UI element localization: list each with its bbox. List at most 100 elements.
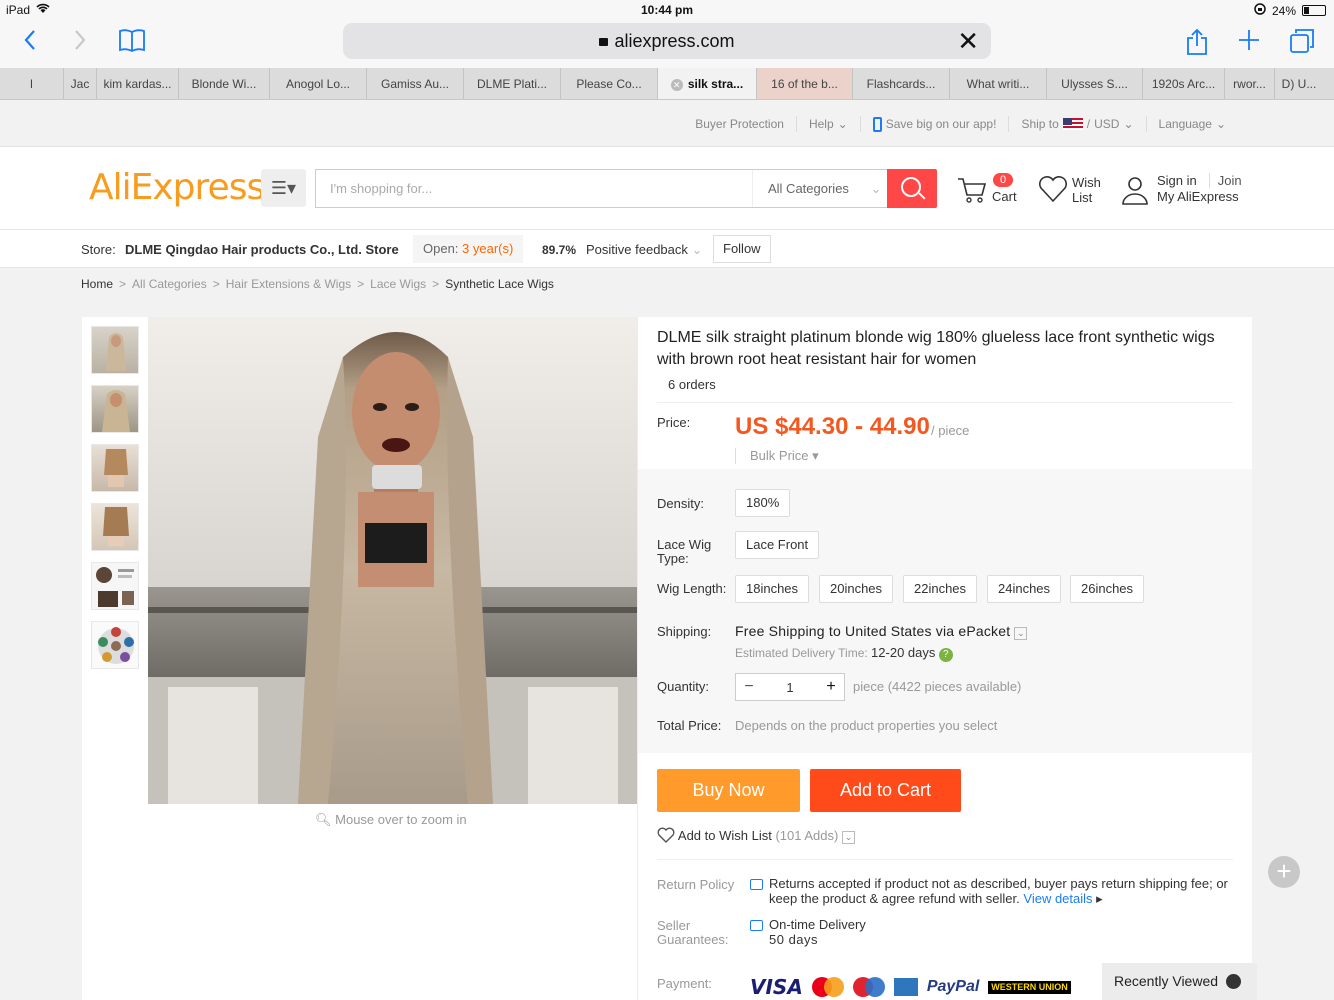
- breadcrumb-item[interactable]: Lace Wigs: [370, 277, 426, 291]
- category-menu-button[interactable]: ☰▾: [261, 169, 306, 207]
- browser-toolbar: aliexpress.com ✕: [0, 20, 1334, 68]
- product-thumbnail[interactable]: [91, 503, 139, 551]
- language-selector[interactable]: Language ⌄: [1145, 116, 1238, 132]
- density-label: Density:: [657, 496, 704, 511]
- density-option[interactable]: 180%: [735, 489, 791, 517]
- store-open-badge: Open: 3 year(s): [413, 235, 524, 263]
- ship-to-selector[interactable]: Ship to / USD ⌄: [1008, 116, 1145, 132]
- lace-type-option[interactable]: Lace Front: [735, 531, 820, 559]
- share-icon[interactable]: [1181, 28, 1213, 58]
- view-details-link[interactable]: View details: [1023, 891, 1092, 906]
- tab[interactable]: Blonde Wi...: [179, 68, 270, 99]
- quantity-label: Quantity:: [657, 679, 710, 694]
- product-thumbnail[interactable]: [91, 444, 139, 492]
- wig-length-option[interactable]: 24inches: [987, 575, 1062, 603]
- product-options: Density: 180% Lace Wig Type: Lace Front W…: [638, 469, 1252, 753]
- aliexpress-logo[interactable]: AliExpress: [89, 167, 265, 208]
- tab[interactable]: Anogol Lo...: [270, 68, 367, 99]
- tab[interactable]: kim kardas...: [97, 68, 179, 99]
- product-thumbnail[interactable]: [91, 562, 139, 610]
- tab[interactable]: DLME Plati...: [464, 68, 561, 99]
- delivery-estimate: Estimated Delivery Time: 12-20 days ?: [735, 645, 953, 662]
- wig-length-option[interactable]: 26inches: [1070, 575, 1145, 603]
- help-link[interactable]: Help ⌄: [795, 116, 860, 132]
- return-text: Returns accepted if product not as descr…: [769, 876, 1228, 906]
- wig-length-option[interactable]: 18inches: [735, 575, 810, 603]
- tab[interactable]: Gamiss Au...: [367, 68, 464, 99]
- back-icon[interactable]: [14, 28, 46, 58]
- on-time-days: 50 days: [769, 932, 819, 947]
- rotation-lock-icon: [1254, 3, 1266, 18]
- bulk-label: Bulk Price: [750, 448, 809, 463]
- site-topbar: Buyer Protection Help ⌄ Save big on our …: [0, 101, 1334, 147]
- tab[interactable]: Please Co...: [561, 68, 658, 99]
- app-link[interactable]: Save big on our app!: [859, 116, 1009, 132]
- close-icon[interactable]: ✕: [957, 23, 979, 59]
- main-product-image[interactable]: [148, 317, 637, 804]
- bulk-price-dropdown[interactable]: Bulk Price ▾: [735, 448, 819, 464]
- tab[interactable]: Flashcards...: [853, 68, 950, 99]
- add-to-wish-list-link[interactable]: Add to Wish List (101 Adds) ⌄: [657, 827, 855, 844]
- product-thumbnail[interactable]: [91, 385, 139, 433]
- increase-quantity-button[interactable]: +: [818, 674, 844, 700]
- buyer-protection-link[interactable]: Buyer Protection: [683, 116, 796, 132]
- breadcrumb-item[interactable]: Hair Extensions & Wigs: [226, 277, 351, 291]
- feedback-dropdown[interactable]: Positive feedback ⌄: [586, 242, 702, 258]
- floating-add-button[interactable]: +: [1268, 856, 1300, 888]
- phone-icon: [872, 116, 882, 132]
- wig-length-option[interactable]: 22inches: [903, 575, 978, 603]
- category-select[interactable]: All Categories ⌄: [752, 170, 888, 207]
- logo-text: AliExpress: [89, 167, 265, 208]
- search-input[interactable]: I'm shopping for...: [330, 181, 432, 196]
- total-price-label: Total Price:: [657, 718, 722, 733]
- status-bar: iPad 10:44 pm 24%: [0, 0, 1334, 20]
- tab[interactable]: D) U...: [1275, 68, 1323, 99]
- quantity-stepper: − 1 +: [735, 673, 845, 701]
- address-bar[interactable]: aliexpress.com ✕: [343, 23, 991, 59]
- stock-available: piece (4422 pieces available): [853, 679, 1022, 694]
- follow-button[interactable]: Follow: [713, 235, 771, 263]
- delivery-days: 12-20 days: [871, 645, 936, 660]
- quantity-input[interactable]: 1: [762, 674, 818, 702]
- lace-type-label-2: Type:: [657, 551, 689, 566]
- new-tab-icon[interactable]: [1233, 28, 1265, 58]
- tab[interactable]: Jac: [64, 68, 97, 99]
- breadcrumb-home[interactable]: Home: [81, 277, 113, 291]
- tab[interactable]: rwor...: [1225, 68, 1275, 99]
- shipping-method-dropdown[interactable]: Free Shipping to United States via ePack…: [735, 623, 1028, 640]
- tabs-overview-icon[interactable]: [1286, 28, 1318, 58]
- help-label: Help: [808, 117, 834, 131]
- help-icon[interactable]: ?: [938, 648, 953, 662]
- my-aliexpress-link[interactable]: My AliExpress: [1157, 189, 1239, 204]
- seller-label-2: Guarantees:: [657, 932, 729, 947]
- search-button[interactable]: [887, 169, 937, 208]
- wig-length-label: Wig Length:: [657, 581, 727, 596]
- cart-link[interactable]: 0 Cart: [957, 173, 1027, 213]
- buy-now-button[interactable]: Buy Now: [657, 769, 800, 812]
- tab-active[interactable]: ✕ silk stra...: [658, 68, 757, 99]
- recently-viewed-button[interactable]: Recently Viewed: [1102, 963, 1257, 1000]
- sign-in-link[interactable]: Sign in: [1157, 173, 1197, 188]
- decrease-quantity-button[interactable]: −: [736, 674, 762, 700]
- delivery-truck-icon: [750, 920, 763, 931]
- breadcrumb-current[interactable]: Synthetic Lace Wigs: [445, 277, 554, 291]
- payment-methods: VISA PayPal WESTERN UNION: [750, 975, 1071, 999]
- wish-label-2: List: [1072, 190, 1093, 205]
- product-thumbnail[interactable]: [91, 621, 139, 669]
- tab[interactable]: 16 of the b...: [757, 68, 853, 99]
- store-name-link[interactable]: DLME Qingdao Hair products Co., Ltd. Sto…: [125, 242, 399, 257]
- tab[interactable]: l: [0, 68, 64, 99]
- tab[interactable]: Ulysses S....: [1047, 68, 1143, 99]
- tab[interactable]: 1920s Arc...: [1143, 68, 1225, 99]
- forward-icon[interactable]: [64, 28, 96, 58]
- wish-text: Add to Wish List: [677, 828, 772, 843]
- join-link[interactable]: Join: [1208, 173, 1242, 188]
- wig-length-option[interactable]: 20inches: [819, 575, 894, 603]
- breadcrumb-item[interactable]: All Categories: [132, 277, 207, 291]
- cart-count-badge: 0: [993, 173, 1014, 187]
- add-to-cart-button[interactable]: Add to Cart: [810, 769, 961, 812]
- tab[interactable]: What writi...: [950, 68, 1047, 99]
- close-tab-icon[interactable]: ✕: [670, 79, 683, 91]
- product-thumbnail[interactable]: [91, 326, 139, 374]
- bookmarks-icon[interactable]: [116, 28, 148, 58]
